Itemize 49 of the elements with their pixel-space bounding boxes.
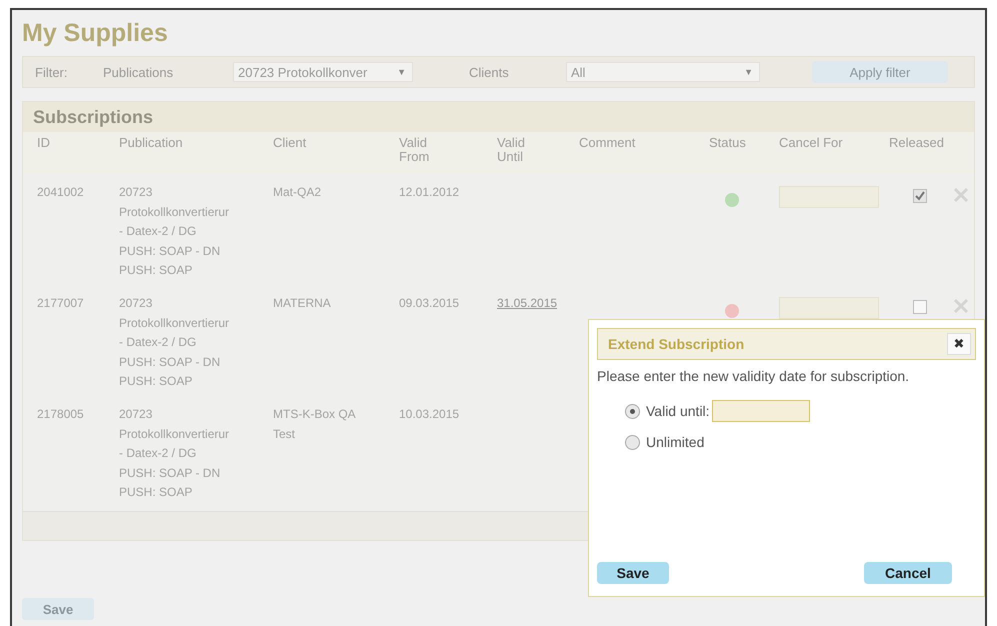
table-cell-text: 20723 Protokollkonvertierur - Datex-2 / DG PUSH: SOAP - DN PUSH: SOAP: [119, 406, 230, 501]
valid-until-link[interactable]: 31.05.2015: [497, 294, 579, 314]
table-cell-text: 2177007: [37, 295, 85, 312]
column-header: ID: [37, 136, 51, 152]
table-cell-text: 09.03.2015: [399, 295, 460, 312]
panel-title: Subscriptions: [23, 102, 974, 132]
table-cell-text: 2178005: [37, 406, 85, 423]
released-checkbox[interactable]: [913, 189, 927, 203]
table-cell-text: MATERNA: [273, 295, 332, 312]
option-label: Unlimited: [646, 434, 704, 450]
table-cell-text: Mat-QA2: [273, 184, 322, 201]
column-header: Valid From: [399, 136, 430, 166]
cancel-for-field[interactable]: [779, 297, 879, 319]
delete-icon[interactable]: [953, 298, 969, 314]
radio-button[interactable]: [625, 404, 640, 418]
caret-icon: ▼: [397, 67, 406, 77]
table-cell-text: 20723 Protokollkonvertierur - Datex-2 / DG PUSH: SOAP - DN PUSH: SOAP: [119, 295, 230, 390]
publications-label: Publications: [103, 64, 174, 80]
table-cell-text: 20723 Protokollkonvertierur - Datex-2 / DG PUSH: SOAP - DN PUSH: SOAP: [119, 184, 230, 279]
close-button[interactable]: ✖: [947, 333, 971, 355]
delete-icon[interactable]: [953, 187, 969, 203]
cancel-button[interactable]: Cancel: [864, 562, 952, 584]
column-header: Client: [273, 136, 308, 152]
column-header: Status: [709, 136, 747, 152]
column-header: Comment: [579, 136, 636, 152]
column-header: Publication: [119, 136, 184, 152]
save-button[interactable]: Save: [22, 598, 94, 620]
filter-label: Filter:: [35, 64, 68, 80]
cancel-for-field[interactable]: [779, 186, 879, 208]
table-cell-text: 2041002: [37, 184, 85, 201]
released-checkbox[interactable]: [913, 300, 927, 314]
clients-label: Clients: [469, 64, 510, 80]
apply-filter-button[interactable]: Apply filter: [812, 61, 948, 83]
table-cell-text: 10.03.2015: [399, 406, 460, 423]
dialog-title: Extend Subscription: [608, 336, 744, 352]
column-header: Released: [889, 136, 945, 152]
publications-dropdown[interactable]: 20723 Protokollkonver ▼: [233, 62, 413, 82]
dialog-message: Please enter the new validity date for subscription.: [597, 368, 910, 384]
table-cell-text: 12.01.2012: [399, 184, 460, 201]
radio-button[interactable]: [625, 434, 640, 450]
column-header: Valid Until: [497, 136, 526, 166]
column-header: Cancel For: [779, 136, 844, 152]
page-title: My Supplies: [22, 18, 169, 49]
save-button[interactable]: Save: [597, 562, 669, 584]
option-label: Valid until:: [646, 403, 710, 419]
table-cell-text: MTS-K-Box QA Test: [273, 406, 357, 442]
clients-dropdown[interactable]: All ▼: [566, 62, 760, 82]
caret-icon: ▼: [744, 67, 753, 77]
date-field[interactable]: [712, 400, 810, 422]
